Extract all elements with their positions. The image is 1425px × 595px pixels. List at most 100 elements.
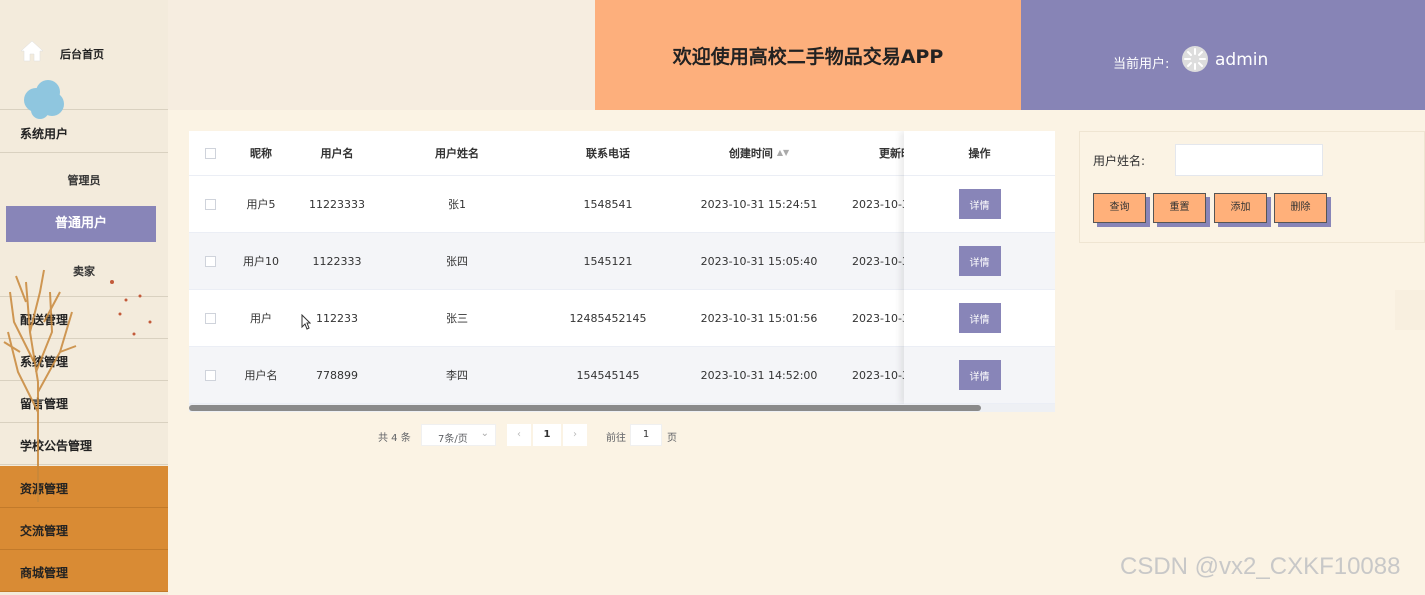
page-suffix-label: 页 xyxy=(667,433,677,444)
column-header-created-label: 创建时间 xyxy=(728,147,773,160)
page-size-value: 7条/页 xyxy=(438,434,468,445)
reset-button[interactable]: 重置 xyxy=(1153,193,1206,223)
cell-phone: 1548541 xyxy=(583,197,633,211)
delete-button[interactable]: 删除 xyxy=(1274,193,1327,223)
header-title-panel: 欢迎使用高校二手物品交易APP xyxy=(595,0,1021,110)
cell-created: 2023-10-31 14:52:00 xyxy=(700,368,818,382)
users-table: 昵称 用户名 用户姓名 联系电话 创建时间 ▲▼ 更新时间 用户5 112233… xyxy=(189,131,1055,411)
cell-updated: 2023-10-3 xyxy=(852,368,909,382)
operations-column: 操作 详情 详情 详情 详情 xyxy=(904,131,1055,404)
sidebar-group-delivery[interactable]: 配送管理 xyxy=(0,297,168,339)
sidebar-group-shop[interactable]: 商城管理 xyxy=(0,550,168,592)
pagination: 共 4 条 7条/页 ⌄ ‹ 1 › 前往 1 页 xyxy=(0,424,1425,446)
action-cell: 详情 xyxy=(904,176,1055,233)
detail-button[interactable]: 详情 xyxy=(958,360,1001,390)
cell-updated: 2023-10-3 xyxy=(852,311,909,325)
cell-phone: 154545145 xyxy=(576,368,640,382)
row-checkbox[interactable] xyxy=(204,312,216,324)
sidebar-item-normal-users[interactable]: 普通用户 xyxy=(6,206,156,242)
column-header-created[interactable]: 创建时间 ▲▼ xyxy=(683,131,835,175)
page-size-select[interactable]: 7条/页 ⌄ xyxy=(421,424,496,446)
cell-created: 2023-10-31 15:24:51 xyxy=(700,197,818,211)
sidebar-group-label: 留言管理 xyxy=(20,397,69,411)
avatar[interactable] xyxy=(1181,45,1209,73)
cell-realname: 李四 xyxy=(446,369,468,382)
sidebar-item-label: 普通用户 xyxy=(54,216,107,231)
select-all-checkbox[interactable] xyxy=(204,147,216,159)
detail-button[interactable]: 详情 xyxy=(958,189,1001,219)
sort-icon[interactable]: ▲▼ xyxy=(777,149,789,157)
mouse-cursor-icon xyxy=(301,314,311,330)
sidebar-group-system-manage[interactable]: 系统管理 xyxy=(0,339,168,381)
cell-username: 11223333 xyxy=(309,197,365,211)
sidebar-group-label: 资源管理 xyxy=(20,482,69,496)
sidebar-group-messages[interactable]: 留言管理 xyxy=(0,381,168,423)
username[interactable]: admin xyxy=(1215,50,1268,70)
sidebar-item-seller[interactable]: 卖家 xyxy=(0,263,168,279)
action-cell: 详情 xyxy=(904,233,1055,290)
sidebar-group-label: 系统用户 xyxy=(20,127,69,141)
search-realname-label: 用户姓名: xyxy=(1093,154,1146,168)
current-user-label: 当前用户: xyxy=(1113,57,1170,72)
cell-updated: 2023-10-3 xyxy=(852,197,909,211)
sidebar-group-label: 交流管理 xyxy=(20,524,69,538)
cell-nickname: 用户10 xyxy=(243,255,279,268)
chevron-down-icon: ⌄ xyxy=(480,428,489,439)
cell-created: 2023-10-31 15:05:40 xyxy=(700,254,818,268)
sidebar-group-resources[interactable]: 资源管理 xyxy=(0,466,168,508)
sidebar-home[interactable]: 后台首页 xyxy=(0,0,168,119)
page-title: 欢迎使用高校二手物品交易APP xyxy=(672,45,944,68)
cell-updated: 2023-10-3 xyxy=(852,254,909,268)
column-header-username: 用户名 xyxy=(320,147,354,160)
sidebar-item-label: 管理员 xyxy=(67,174,101,187)
row-checkbox[interactable] xyxy=(204,255,216,267)
sidebar-item-label: 卖家 xyxy=(73,265,95,278)
next-page-button[interactable]: › xyxy=(563,424,587,446)
cell-created: 2023-10-31 15:01:56 xyxy=(700,311,818,325)
cell-phone: 1545121 xyxy=(583,254,633,268)
cell-nickname: 用户名 xyxy=(244,369,278,382)
action-cell: 详情 xyxy=(904,290,1055,347)
goto-label: 前往 xyxy=(606,433,626,444)
cell-username: 778899 xyxy=(316,368,358,382)
column-header-phone: 联系电话 xyxy=(586,147,630,160)
cell-realname: 张1 xyxy=(448,198,466,211)
action-cell: 详情 xyxy=(904,347,1055,404)
search-realname-input[interactable] xyxy=(1175,144,1323,176)
row-checkbox[interactable] xyxy=(204,369,216,381)
home-icon xyxy=(20,40,44,62)
column-header-realname: 用户姓名 xyxy=(435,147,479,160)
column-header-nickname: 昵称 xyxy=(250,147,272,160)
row-checkbox[interactable] xyxy=(204,198,216,210)
sidebar: 后台首页 系统用户 管理员 普通用户 卖家 配送管理 系统管理 留言管理 学校公… xyxy=(0,0,168,595)
cell-nickname: 用户 xyxy=(250,312,272,325)
page-number-current[interactable]: 1 xyxy=(533,424,561,446)
detail-button[interactable]: 详情 xyxy=(958,246,1001,276)
sidebar-group-system-users[interactable]: 系统用户 xyxy=(0,111,168,153)
sidebar-home-label: 后台首页 xyxy=(60,48,104,61)
column-header-actions: 操作 xyxy=(904,131,1055,176)
cell-realname: 张四 xyxy=(446,255,468,268)
cell-username: 1122333 xyxy=(312,254,362,268)
prev-page-button[interactable]: ‹ xyxy=(507,424,531,446)
header-user-panel: 当前用户: admin xyxy=(1021,0,1425,110)
cell-phone: 12485452145 xyxy=(569,311,647,325)
scrollbar-thumb[interactable] xyxy=(189,405,981,411)
decoration-block xyxy=(1395,290,1425,330)
query-button[interactable]: 查询 xyxy=(1093,193,1146,223)
watermark: CSDN @vx2_CXKF10088 xyxy=(1120,553,1401,580)
sidebar-group-label: 配送管理 xyxy=(20,313,69,327)
sidebar-item-admin[interactable]: 管理员 xyxy=(0,172,168,188)
sidebar-group-exchange[interactable]: 交流管理 xyxy=(0,508,168,550)
detail-button[interactable]: 详情 xyxy=(958,303,1001,333)
header-spacer xyxy=(168,0,595,110)
sidebar-group-label: 系统管理 xyxy=(20,355,69,369)
table-horizontal-scrollbar[interactable] xyxy=(189,404,1055,412)
sidebar-group-label: 商城管理 xyxy=(20,566,69,580)
pagination-total: 共 4 条 xyxy=(378,433,411,444)
search-panel: 用户姓名: 查询 重置 添加 删除 xyxy=(1079,131,1425,243)
cell-realname: 张三 xyxy=(446,312,468,325)
goto-page-input[interactable]: 1 xyxy=(630,424,662,446)
cell-nickname: 用户5 xyxy=(246,198,276,211)
add-button[interactable]: 添加 xyxy=(1214,193,1267,223)
